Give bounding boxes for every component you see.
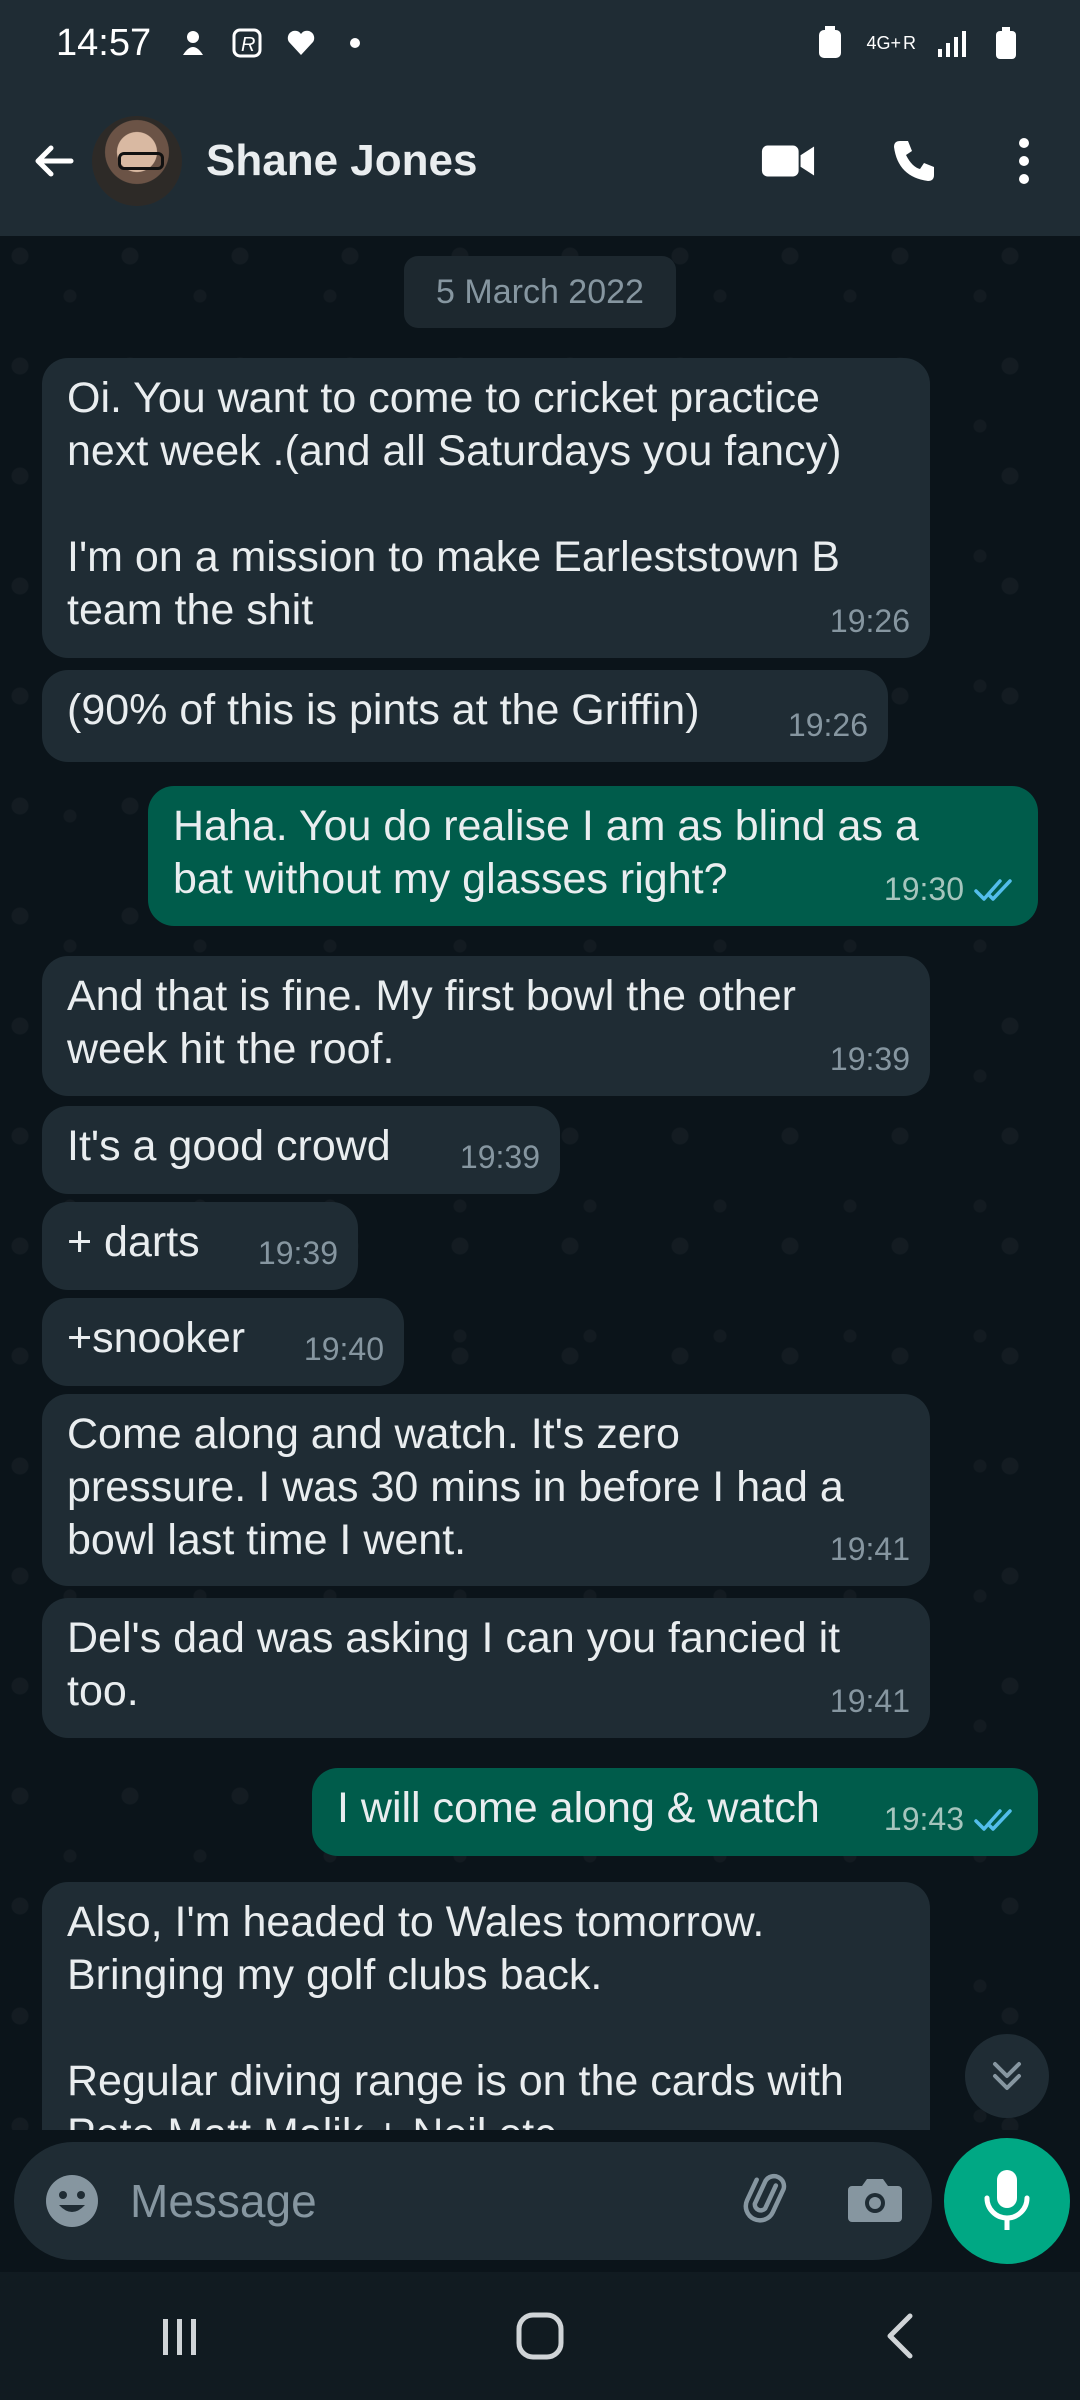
signal-icon xyxy=(934,25,970,61)
double-chevron-down-icon xyxy=(993,2062,1021,2090)
message-time: 19:40 xyxy=(303,1331,384,1367)
heart-icon xyxy=(283,25,319,61)
header-actions xyxy=(760,133,1056,189)
message-time: 19:26 xyxy=(787,707,868,743)
emoji-icon[interactable] xyxy=(42,2171,102,2231)
read-tick-icon xyxy=(974,878,1012,901)
recent-apps-icon[interactable] xyxy=(140,2296,220,2376)
message-time: 19:26 xyxy=(829,603,910,639)
message-incoming[interactable]: Oi. You want to come to cricket practice… xyxy=(42,358,930,658)
message-meta: 19:43 xyxy=(884,1793,1018,1846)
microphone-icon xyxy=(984,2170,1030,2230)
message-meta: 19:26 xyxy=(830,595,910,648)
network-label: 4G+ xyxy=(866,32,901,53)
phone-call-icon[interactable] xyxy=(886,133,942,189)
message-meta: 19:39 xyxy=(830,1033,910,1086)
message-text: Del's dad was asking I can you fancied i… xyxy=(67,1614,841,1715)
video-call-icon[interactable] xyxy=(760,133,816,189)
message-time: 19:39 xyxy=(257,1235,338,1271)
status-right-icons: 4G+ R xyxy=(812,25,1024,61)
message-meta: 19:26 xyxy=(788,699,868,752)
message-meta: 19:40 xyxy=(304,1323,384,1376)
message-incoming[interactable]: Come along and watch. It's zero pressure… xyxy=(42,1394,930,1586)
message-input[interactable]: Message xyxy=(130,2174,740,2228)
r-app-icon: R xyxy=(229,25,265,61)
message-meta: 19:41 xyxy=(830,1675,910,1728)
message-incoming[interactable]: Also, I'm headed to Wales tomorrow. Brin… xyxy=(42,1882,930,2130)
dot-icon xyxy=(337,25,373,61)
chat-header: Shane Jones xyxy=(0,86,1080,236)
message-outgoing[interactable]: I will come along & watch 19:43 xyxy=(312,1768,1038,1856)
message-time: 19:43 xyxy=(883,1801,964,1837)
message-input-bar[interactable]: Message xyxy=(14,2142,932,2260)
message-incoming[interactable]: +snooker 19:40 xyxy=(42,1298,404,1386)
message-text: (90% of this is pints at the Griffin) xyxy=(67,686,700,734)
message-meta: 19:39 xyxy=(460,1131,540,1184)
roaming-label: R xyxy=(903,32,916,53)
message-time: 19:41 xyxy=(829,1683,910,1719)
battery-saver-icon xyxy=(812,25,848,61)
home-icon[interactable] xyxy=(500,2296,580,2376)
chat-area[interactable]: 5 March 2022 Oi. You want to come to cri… xyxy=(0,236,1080,2130)
scroll-to-bottom-button[interactable] xyxy=(965,2034,1049,2118)
message-time: 19:39 xyxy=(829,1041,910,1077)
read-tick-icon xyxy=(974,1808,1012,1831)
message-time: 19:30 xyxy=(883,871,964,907)
message-time: 19:39 xyxy=(459,1139,540,1175)
status-left-icons: R xyxy=(175,25,373,61)
message-incoming[interactable]: And that is fine. My first bowl the othe… xyxy=(42,956,930,1096)
input-actions xyxy=(740,2171,904,2232)
back-arrow-icon[interactable] xyxy=(24,131,84,191)
network-4g-icon: 4G+ R xyxy=(866,25,916,61)
date-chip: 5 March 2022 xyxy=(404,256,676,328)
status-bar: 14:57 R 4G+ R xyxy=(0,0,1080,86)
message-text: Come along and watch. It's zero pressure… xyxy=(67,1410,844,1564)
message-text: And that is fine. My first bowl the othe… xyxy=(67,972,796,1073)
message-outgoing[interactable]: Haha. You do realise I am as blind as a … xyxy=(148,786,1038,926)
notification-icon xyxy=(175,25,211,61)
attach-icon[interactable] xyxy=(740,2171,796,2232)
message-incoming[interactable]: Del's dad was asking I can you fancied i… xyxy=(42,1598,930,1738)
microphone-button[interactable] xyxy=(944,2138,1070,2264)
message-incoming[interactable]: + darts 19:39 xyxy=(42,1202,358,1290)
message-meta: 19:30 xyxy=(884,863,1018,916)
message-text: Oi. You want to come to cricket practice… xyxy=(67,374,842,634)
message-incoming[interactable]: It's a good crowd 19:39 xyxy=(42,1106,560,1194)
system-back-icon[interactable] xyxy=(860,2296,940,2376)
system-nav-bar xyxy=(0,2272,1080,2400)
message-meta: 19:39 xyxy=(258,1227,338,1280)
svg-text:R: R xyxy=(241,34,255,56)
message-incoming[interactable]: (90% of this is pints at the Griffin) 19… xyxy=(42,670,888,762)
message-time: 19:41 xyxy=(829,1531,910,1567)
message-meta: 19:41 xyxy=(830,1523,910,1576)
contact-name[interactable]: Shane Jones xyxy=(206,136,477,186)
more-options-icon[interactable] xyxy=(1012,133,1036,189)
battery-icon xyxy=(988,25,1024,61)
status-time: 14:57 xyxy=(56,21,152,64)
message-text: Also, I'm headed to Wales tomorrow. Brin… xyxy=(67,1898,844,2130)
camera-icon[interactable] xyxy=(846,2174,904,2229)
avatar[interactable] xyxy=(92,116,182,206)
